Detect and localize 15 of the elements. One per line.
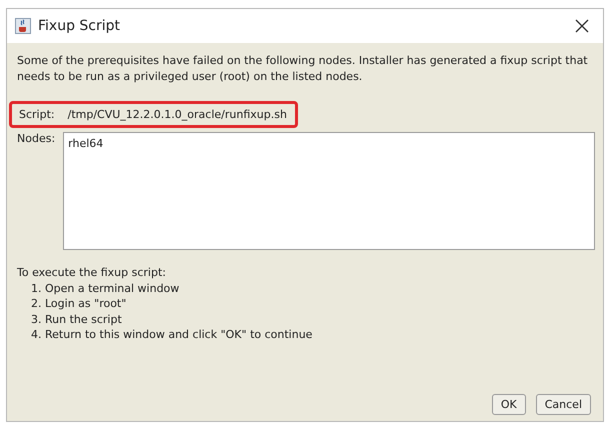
script-label: Script: <box>19 108 55 121</box>
instruction-step: 3. Run the script <box>17 312 595 327</box>
ok-button[interactable]: OK <box>492 394 526 415</box>
nodes-label: Nodes: <box>17 132 56 147</box>
cup-icon <box>15 18 31 34</box>
nodes-field[interactable]: rhel64 <box>63 132 595 250</box>
instruction-step: 4. Return to this window and click "OK" to continue <box>17 327 595 342</box>
script-path: /tmp/CVU_12.2.0.1.0_oracle/runfixup.sh <box>68 108 287 121</box>
cancel-button[interactable]: Cancel <box>536 394 591 415</box>
instruction-step: 2. Login as "root" <box>17 296 595 312</box>
instruction-step: 1. Open a terminal window <box>17 280 595 296</box>
close-icon[interactable] <box>575 19 589 33</box>
instructions-heading: To execute the fixup script: <box>17 265 167 280</box>
window-title: Fixup Script <box>38 18 122 34</box>
message-text: Some of the prerequisites have failed on the following nodes. Installer has generated a fixup script that needs to be run as a privileged user (root) on the listed nodes. <box>17 53 589 85</box>
